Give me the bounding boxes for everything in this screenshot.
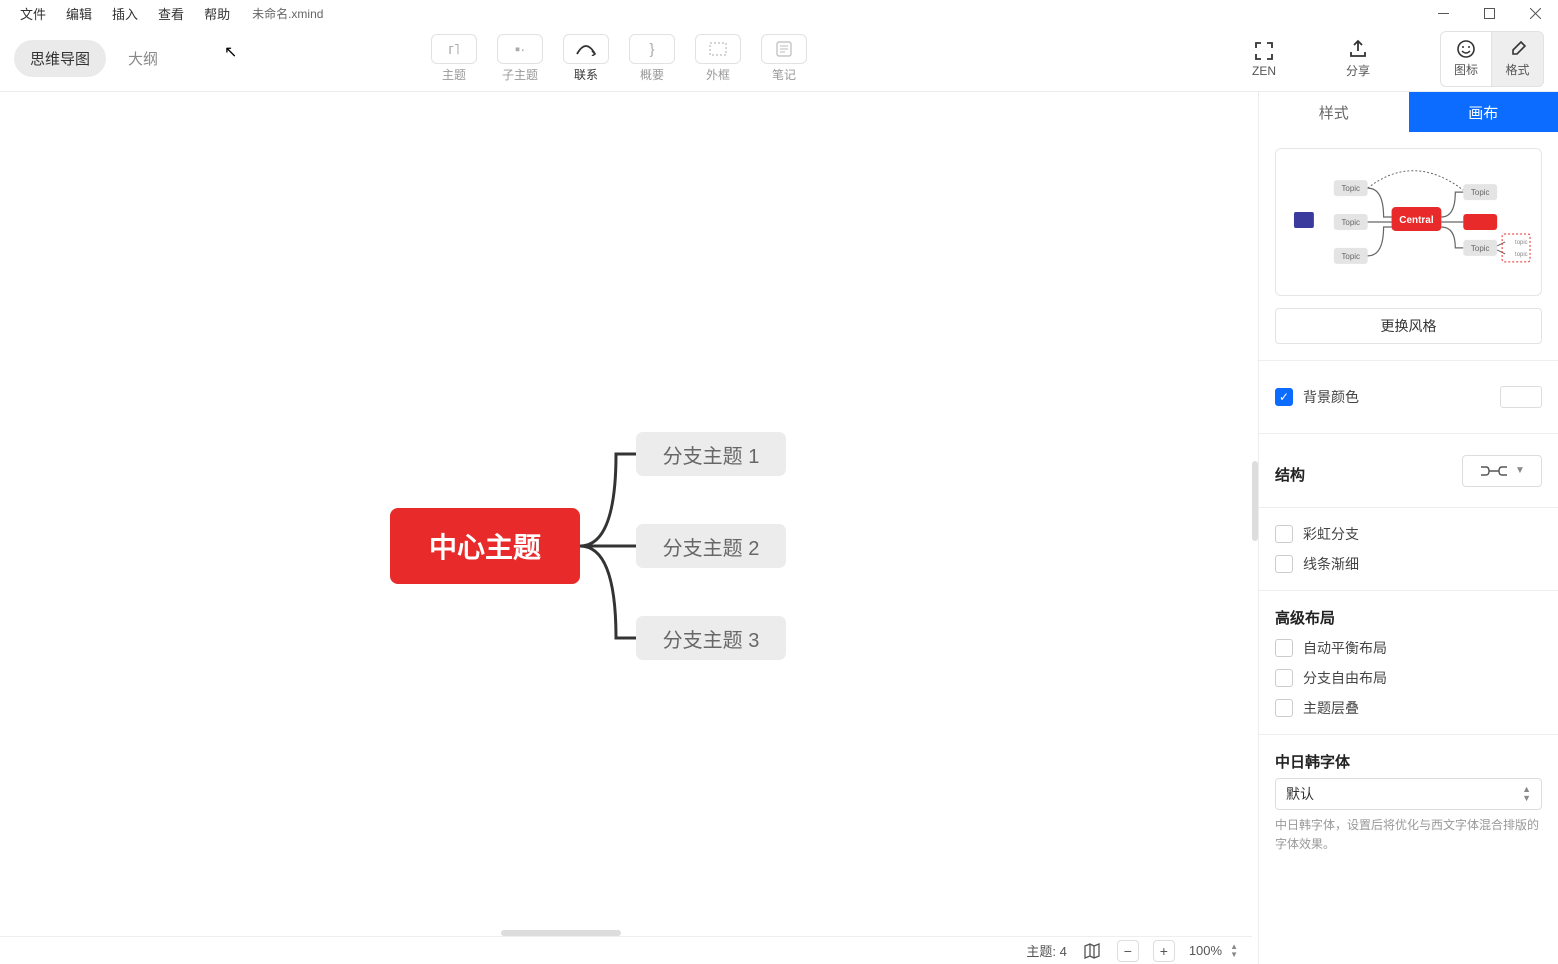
zoom-out-button[interactable]: − bbox=[1117, 940, 1139, 962]
bg-color-checkbox[interactable] bbox=[1275, 388, 1293, 406]
bg-color-swatch[interactable] bbox=[1500, 386, 1542, 408]
share-button[interactable]: 分享 bbox=[1346, 38, 1370, 79]
tool-note[interactable]: 笔记 bbox=[754, 34, 814, 83]
toolbar-tools: г˥ 主题 ▪· 子主题 联系 } 概要 外框 笔记 bbox=[424, 34, 814, 83]
share-icon bbox=[1347, 38, 1369, 60]
freepos-label: 分支自由布局 bbox=[1303, 668, 1387, 688]
window-controls bbox=[1420, 0, 1558, 26]
window-close-button[interactable] bbox=[1512, 0, 1558, 26]
tool-label: 子主题 bbox=[502, 66, 538, 83]
filename-label: 未命名.xmind bbox=[252, 5, 323, 22]
tool-label: 概要 bbox=[640, 66, 664, 83]
tool-summary[interactable]: } 概要 bbox=[622, 34, 682, 83]
view-switch: 思维导图 大纲 bbox=[14, 40, 174, 77]
canvas[interactable]: 中心主题 分支主题 1 分支主题 2 分支主题 3 bbox=[0, 92, 1252, 930]
taper-label: 线条渐细 bbox=[1303, 554, 1359, 574]
svg-text:Topic: Topic bbox=[1341, 184, 1360, 193]
rainbow-checkbox[interactable] bbox=[1275, 525, 1293, 543]
status-bar: 主题: 4 − + 100% ▲▼ bbox=[0, 936, 1252, 964]
map-icon bbox=[1083, 942, 1101, 960]
tool-label: 主题 bbox=[442, 66, 466, 83]
svg-text:Central: Central bbox=[1399, 215, 1434, 226]
tool-label: 外框 bbox=[706, 66, 730, 83]
menu-edit[interactable]: 编辑 bbox=[56, 1, 102, 26]
svg-text:topic: topic bbox=[1515, 240, 1528, 246]
tool-topic[interactable]: г˥ 主题 bbox=[424, 34, 484, 83]
advanced-layout-title: 高级布局 bbox=[1275, 607, 1542, 628]
subtopic-icon: ▪· bbox=[497, 34, 543, 64]
topic-count: 主题: 4 bbox=[1026, 941, 1066, 960]
rainbow-label: 彩虹分支 bbox=[1303, 524, 1359, 544]
zoom-stepper[interactable]: ▲▼ bbox=[1230, 943, 1238, 959]
tab-mindmap[interactable]: 思维导图 bbox=[14, 40, 106, 77]
format-sidebar: 样式 画布 Topic Topic Topic Central Topic bbox=[1258, 92, 1558, 964]
theme-preview[interactable]: Topic Topic Topic Central Topic Topic bbox=[1275, 148, 1542, 296]
cjk-hint: 中日韩字体，设置后将优化与西文字体混合排版的字体效果。 bbox=[1275, 816, 1542, 854]
minimap-button[interactable] bbox=[1081, 940, 1103, 962]
fullscreen-icon bbox=[1253, 40, 1275, 62]
toolbar-right: ZEN 分享 图标 格式 bbox=[1252, 26, 1544, 91]
cjk-font-title: 中日韩字体 bbox=[1275, 751, 1542, 772]
zoom-level: 100% bbox=[1189, 943, 1222, 958]
format-label: 格式 bbox=[1505, 61, 1529, 78]
branch-topic-1[interactable]: 分支主题 1 bbox=[636, 432, 786, 476]
svg-text:Topic: Topic bbox=[1471, 244, 1490, 253]
window-minimize-button[interactable] bbox=[1420, 0, 1466, 26]
menu-file[interactable]: 文件 bbox=[10, 1, 56, 26]
menu-insert[interactable]: 插入 bbox=[102, 1, 148, 26]
tab-outline[interactable]: 大纲 bbox=[112, 40, 174, 77]
cjk-font-value: 默认 bbox=[1286, 784, 1314, 804]
taper-checkbox[interactable] bbox=[1275, 555, 1293, 573]
chevron-down-icon: ▼ bbox=[1515, 465, 1525, 476]
branch-topic-2[interactable]: 分支主题 2 bbox=[636, 524, 786, 568]
note-icon bbox=[761, 34, 807, 64]
overlap-checkbox[interactable] bbox=[1275, 699, 1293, 717]
tool-label: 笔记 bbox=[772, 66, 796, 83]
summary-icon: } bbox=[629, 34, 675, 64]
boundary-icon bbox=[695, 34, 741, 64]
bg-color-label: 背景颜色 bbox=[1303, 387, 1359, 407]
structure-select[interactable]: ▼ bbox=[1462, 455, 1542, 487]
tool-boundary[interactable]: 外框 bbox=[688, 34, 748, 83]
sidebar-body: Topic Topic Topic Central Topic Topic bbox=[1259, 132, 1558, 964]
autobalance-checkbox[interactable] bbox=[1275, 639, 1293, 657]
relation-icon bbox=[563, 34, 609, 64]
format-panel-button[interactable]: 格式 bbox=[1492, 31, 1544, 87]
sidebar-tabs: 样式 画布 bbox=[1259, 92, 1558, 132]
svg-text:Topic: Topic bbox=[1341, 218, 1360, 227]
branch-topic-3[interactable]: 分支主题 3 bbox=[636, 616, 786, 660]
tool-relation[interactable]: 联系 bbox=[556, 34, 616, 83]
brush-icon bbox=[1508, 39, 1528, 59]
smile-icon bbox=[1456, 39, 1476, 59]
autobalance-label: 自动平衡布局 bbox=[1303, 638, 1387, 658]
tool-subtopic[interactable]: ▪· 子主题 bbox=[490, 34, 550, 83]
freepos-checkbox[interactable] bbox=[1275, 669, 1293, 687]
share-label: 分享 bbox=[1346, 62, 1370, 79]
menu-bar: 文件 编辑 插入 查看 帮助 未命名.xmind bbox=[0, 0, 1558, 26]
tab-canvas-settings[interactable]: 画布 bbox=[1409, 92, 1558, 132]
zen-label: ZEN bbox=[1252, 64, 1276, 78]
change-style-button[interactable]: 更换风格 bbox=[1275, 308, 1542, 344]
icon-label: 图标 bbox=[1454, 61, 1478, 78]
svg-text:Topic: Topic bbox=[1341, 252, 1360, 261]
svg-text:topic: topic bbox=[1515, 252, 1528, 258]
tab-style[interactable]: 样式 bbox=[1259, 92, 1409, 132]
structure-title: 结构 bbox=[1275, 464, 1305, 485]
icon-panel-button[interactable]: 图标 bbox=[1440, 31, 1492, 87]
tool-label: 联系 bbox=[574, 66, 598, 83]
menu-help[interactable]: 帮助 bbox=[194, 1, 240, 26]
overlap-label: 主题层叠 bbox=[1303, 698, 1359, 718]
toolbar: 思维导图 大纲 г˥ 主题 ▪· 子主题 联系 } 概要 外框 笔记 ZEN 分享 图… bbox=[0, 26, 1558, 92]
spinner-icon: ▲▼ bbox=[1522, 785, 1531, 803]
svg-text:Topic: Topic bbox=[1471, 188, 1490, 197]
menu-view[interactable]: 查看 bbox=[148, 1, 194, 26]
topic-icon: г˥ bbox=[431, 34, 477, 64]
central-topic[interactable]: 中心主题 bbox=[390, 508, 580, 584]
zoom-in-button[interactable]: + bbox=[1153, 940, 1175, 962]
window-maximize-button[interactable] bbox=[1466, 0, 1512, 26]
structure-icon bbox=[1479, 463, 1509, 479]
zen-button[interactable]: ZEN bbox=[1252, 40, 1276, 78]
cjk-font-select[interactable]: 默认 ▲▼ bbox=[1275, 778, 1542, 810]
